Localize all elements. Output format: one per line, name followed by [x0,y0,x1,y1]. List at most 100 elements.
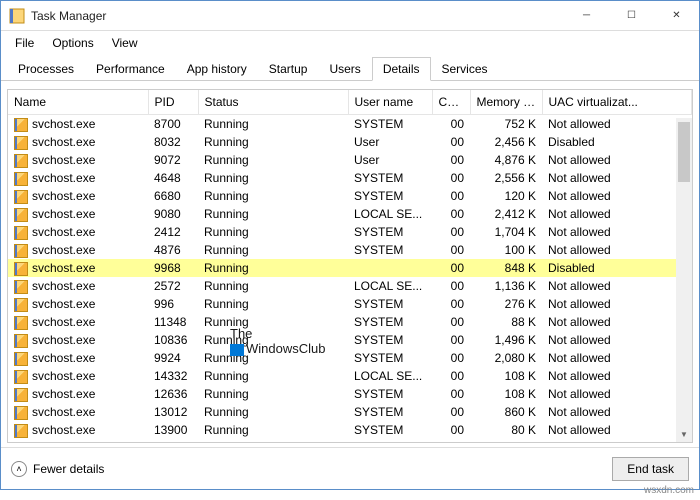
cell-name: svchost.exe [8,421,148,439]
cell-uac: Not allowed [542,313,692,331]
table-row[interactable]: svchost.exe13012RunningSYSTEM00860 KNot … [8,403,692,421]
cell-status: Running [198,385,348,403]
cell-pid: 4876 [148,241,198,259]
cell-uac: Not allowed [542,403,692,421]
minimize-button[interactable]: ─ [564,1,609,31]
cell-status: Running [198,349,348,367]
table-row[interactable]: svchost.exe2572RunningLOCAL SE...001,136… [8,277,692,295]
tab-apphistory[interactable]: App history [176,57,258,81]
cell-memory: 2,080 K [470,349,542,367]
tab-details[interactable]: Details [372,57,431,81]
cell-memory: 848 K [470,259,542,277]
table-row[interactable]: svchost.exe10836RunningSYSTEM001,496 KNo… [8,331,692,349]
cell-memory: 80 K [470,421,542,439]
tab-services[interactable]: Services [431,57,499,81]
cell-pid: 4648 [148,169,198,187]
table-row[interactable]: svchost.exe8700RunningSYSTEM00752 KNot a… [8,115,692,134]
table-row[interactable]: svchost.exe6680RunningSYSTEM00120 KNot a… [8,187,692,205]
table-row[interactable]: svchost.exe2412RunningSYSTEM001,704 KNot… [8,223,692,241]
scroll-thumb[interactable] [678,122,690,182]
col-user[interactable]: User name [348,90,432,115]
cell-status: Running [198,187,348,205]
table-row[interactable]: svchost.exe12636RunningSYSTEM00108 KNot … [8,385,692,403]
table-row[interactable]: svchost.exe9072RunningUser004,876 KNot a… [8,151,692,169]
cell-user: SYSTEM [348,403,432,421]
app-icon [9,8,25,24]
cell-user: User [348,151,432,169]
table-row[interactable]: svchost.exe9924RunningSYSTEM002,080 KNot… [8,349,692,367]
cell-name: svchost.exe [8,385,148,403]
fewer-details-button[interactable]: ˄ Fewer details [11,461,104,477]
cell-cpu: 00 [432,205,470,223]
cell-pid: 8700 [148,115,198,134]
cell-status: Running [198,223,348,241]
cell-pid: 10836 [148,331,198,349]
col-uac[interactable]: UAC virtualizat... [542,90,692,115]
cell-uac: Not allowed [542,385,692,403]
cell-memory: 88 K [470,313,542,331]
tab-startup[interactable]: Startup [258,57,319,81]
cell-pid: 996 [148,295,198,313]
tab-processes[interactable]: Processes [7,57,85,81]
chevron-up-icon: ˄ [11,461,27,477]
cell-pid: 6680 [148,187,198,205]
col-memory[interactable]: Memory (a... [470,90,542,115]
tab-users[interactable]: Users [318,57,371,81]
cell-cpu: 00 [432,223,470,241]
cell-name: svchost.exe [8,277,148,295]
cell-name: svchost.exe [8,115,148,134]
cell-cpu: 00 [432,421,470,439]
menu-view[interactable]: View [104,34,146,52]
maximize-button[interactable]: ☐ [609,1,654,31]
cell-status: Running [198,313,348,331]
table-row[interactable]: svchost.exe11348RunningSYSTEM0088 KNot a… [8,313,692,331]
col-pid[interactable]: PID [148,90,198,115]
col-cpu[interactable]: CPU [432,90,470,115]
cell-name: svchost.exe [8,151,148,169]
cell-uac: Not allowed [542,187,692,205]
cell-memory: 2,456 K [470,133,542,151]
cell-cpu: 00 [432,349,470,367]
titlebar[interactable]: Task Manager ─ ☐ ✕ [1,1,699,31]
cell-memory: 100 K [470,241,542,259]
cell-uac: Not allowed [542,223,692,241]
col-name[interactable]: Name [8,90,148,115]
menu-options[interactable]: Options [44,34,101,52]
cell-uac: Disabled [542,259,692,277]
cell-cpu: 00 [432,295,470,313]
cell-pid: 11348 [148,313,198,331]
cell-user: SYSTEM [348,241,432,259]
table-row[interactable]: svchost.exe996RunningSYSTEM00276 KNot al… [8,295,692,313]
cell-status: Running [198,259,348,277]
end-task-button[interactable]: End task [612,457,689,481]
table-row[interactable]: svchost.exe8032RunningUser002,456 KDisab… [8,133,692,151]
tab-performance[interactable]: Performance [85,57,176,81]
table-row[interactable]: svchost.exe9968Running00848 KDisabled [8,259,692,277]
scroll-down-icon[interactable]: ▼ [676,426,692,442]
table-row[interactable]: svchost.exe14332RunningLOCAL SE...00108 … [8,367,692,385]
cell-memory: 1,136 K [470,277,542,295]
cell-status: Running [198,241,348,259]
table-row[interactable]: svchost.exe13900RunningSYSTEM0080 KNot a… [8,421,692,439]
cell-uac: Not allowed [542,331,692,349]
cell-name: svchost.exe [8,187,148,205]
cell-name: svchost.exe [8,403,148,421]
close-button[interactable]: ✕ [654,1,699,31]
cell-cpu: 00 [432,169,470,187]
cell-pid: 9080 [148,205,198,223]
table-row[interactable]: svchost.exe9080RunningLOCAL SE...002,412… [8,205,692,223]
cell-uac: Disabled [542,133,692,151]
menu-file[interactable]: File [7,34,42,52]
cell-memory: 120 K [470,187,542,205]
table-row[interactable]: svchost.exe4648RunningSYSTEM002,556 KNot… [8,169,692,187]
col-status[interactable]: Status [198,90,348,115]
table-row[interactable]: svchost.exe4876RunningSYSTEM00100 KNot a… [8,241,692,259]
tabstrip: Processes Performance App history Startu… [1,55,699,81]
cell-memory: 276 K [470,295,542,313]
cell-cpu: 00 [432,115,470,134]
cell-memory: 752 K [470,115,542,134]
cell-user: LOCAL SE... [348,367,432,385]
cell-memory: 108 K [470,367,542,385]
vertical-scrollbar[interactable]: ▲ ▼ [676,118,692,442]
cell-user: SYSTEM [348,385,432,403]
